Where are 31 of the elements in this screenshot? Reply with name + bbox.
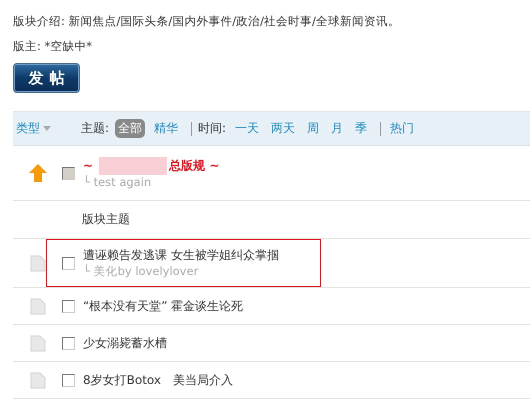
thread-title[interactable]: “根本没有天堂” 霍金谈生论死 — [83, 298, 244, 314]
thread-subtitle: └ test again — [83, 175, 152, 189]
filter-label: 时间: — [198, 120, 226, 137]
thread-title[interactable]: 遭诬赖告发逃课 女生被学姐纠众掌掴 — [83, 247, 279, 264]
caret-icon — [43, 126, 51, 131]
checkbox[interactable] — [62, 336, 75, 350]
thread-title[interactable]: 少女溺毙蓄水槽 — [83, 334, 167, 352]
filter-option[interactable]: 全部 — [115, 119, 146, 138]
section-heading: 版块主题 — [13, 201, 530, 239]
filter-label: 主题: — [81, 120, 110, 137]
document-icon — [30, 334, 46, 352]
type-filter[interactable]: 类型 — [13, 120, 81, 137]
filter-option[interactable]: 热门 — [387, 119, 418, 138]
document-icon — [30, 372, 46, 388]
thread-title[interactable]: 8岁女打Botox 美当局介入 — [83, 372, 233, 388]
filter-option[interactable]: 两天 — [268, 119, 298, 138]
filter-option[interactable]: 月 — [328, 119, 346, 138]
checkbox[interactable] — [62, 256, 75, 270]
forum-description: 版块介绍: 新闻焦点/国际头条/国内外事件/政治/社会时事/全球新闻资讯。 — [13, 13, 401, 29]
filter-option[interactable]: 季 — [352, 119, 370, 138]
checkbox[interactable] — [62, 300, 75, 312]
document-icon — [30, 298, 46, 314]
moderator-info: 版主: *空缺中* — [13, 38, 94, 54]
up-arrow-icon — [28, 164, 46, 182]
filter-option[interactable]: 周 — [304, 119, 322, 138]
checkbox[interactable] — [62, 374, 75, 386]
document-icon — [30, 254, 46, 272]
thread-subtitle: └ 美化by lovelylover — [83, 264, 200, 279]
filter-option[interactable]: 一天 — [232, 119, 262, 138]
filter-option[interactable]: 精华 — [151, 119, 182, 138]
post-button[interactable]: 发帖 — [13, 63, 80, 93]
